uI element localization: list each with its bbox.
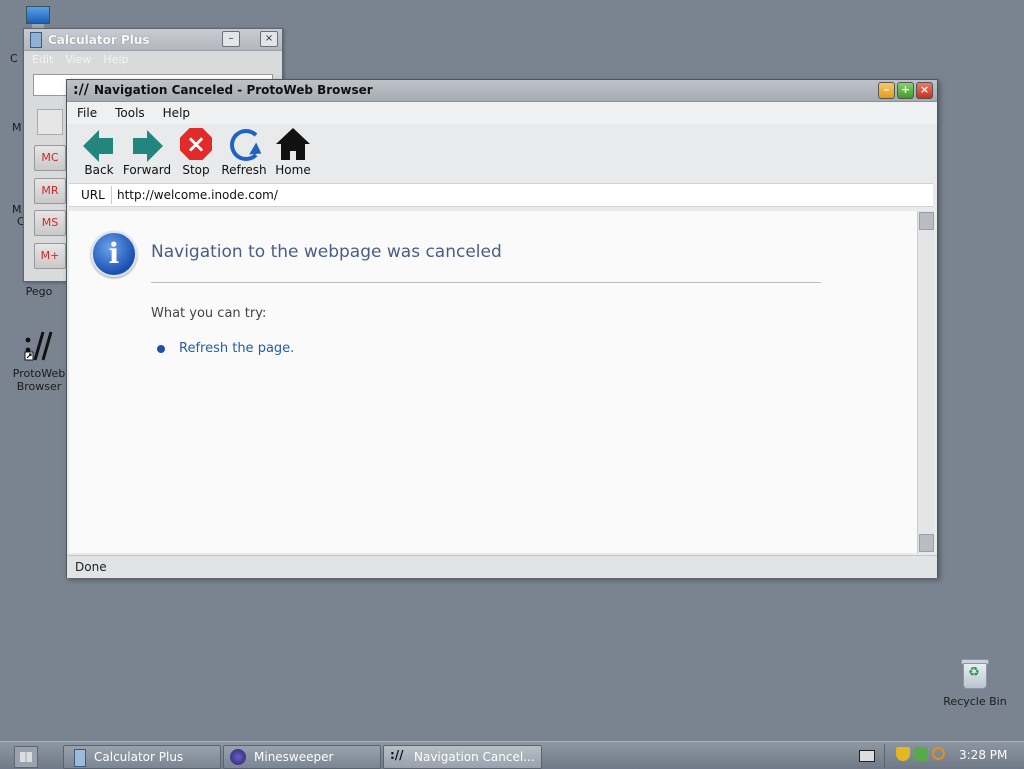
calculator-minimize-button[interactable]: –: [222, 31, 240, 47]
back-label: Back: [84, 163, 114, 177]
recycle-bin-icon[interactable]: ♻: [959, 657, 989, 689]
refresh-label: Refresh: [221, 163, 267, 177]
stop-button[interactable]: × Stop: [169, 126, 223, 177]
calculator-icon: [74, 749, 86, 767]
forward-label: Forward: [122, 163, 172, 177]
menu-help[interactable]: Help: [153, 106, 198, 120]
browser-minimize-button[interactable]: –: [878, 82, 895, 99]
protoweb-label-line1: ProtoWeb: [12, 367, 66, 380]
url-separator: [111, 186, 112, 204]
taskbar-item-calculator[interactable]: Calculator Plus: [63, 745, 221, 769]
my-computer-icon[interactable]: [24, 4, 54, 30]
refresh-icon: [226, 126, 265, 162]
protoweb-label-line2: Browser: [16, 380, 62, 393]
forward-button[interactable]: Forward: [120, 126, 174, 177]
calculator-memory-indicator: [37, 109, 63, 135]
calculator-mc-button[interactable]: MC: [34, 145, 66, 171]
calculator-app-icon: [30, 31, 42, 48]
desktop-icon-label-protoweb[interactable]: ProtoWeb Browser: [8, 367, 70, 393]
minesweeper-icon: [230, 749, 246, 765]
page-heading: Navigation to the webpage was canceled: [151, 242, 502, 262]
scroll-down-button[interactable]: [919, 534, 934, 552]
search-icon[interactable]: [932, 747, 945, 760]
desktop-icon-label-partial: C: [10, 52, 18, 65]
browser-window[interactable]: :// Navigation Canceled - ProtoWeb Brows…: [66, 79, 938, 578]
refresh-page-link[interactable]: Refresh the page.: [179, 341, 294, 356]
shield-icon[interactable]: [896, 747, 910, 761]
browser-close-button[interactable]: ×: [916, 82, 933, 99]
back-button[interactable]: Back: [72, 126, 126, 177]
calculator-ms-button[interactable]: MS: [34, 210, 66, 236]
calculator-titlebar[interactable]: Calculator Plus: [24, 29, 282, 51]
status-bar: Done: [67, 555, 937, 578]
browser-titlebar[interactable]: :// Navigation Canceled - ProtoWeb Brows…: [67, 80, 937, 102]
stop-label: Stop: [182, 163, 210, 177]
calculator-menu-edit[interactable]: Edit: [32, 53, 53, 66]
keyboard-icon[interactable]: [859, 750, 875, 762]
taskbar-item-browser[interactable]: :// Navigation Cancel...: [383, 745, 542, 769]
desktop-icon-label-partial: M: [12, 121, 22, 134]
protoweb-icon: ://: [390, 748, 404, 762]
status-text: Done: [75, 560, 107, 574]
url-label: URL: [81, 188, 105, 202]
taskbar-item-label: Minesweeper: [254, 750, 334, 764]
desktop-icon-label-pego[interactable]: Pego: [22, 285, 56, 298]
calculator-menu-view[interactable]: View: [65, 53, 91, 66]
bullet-icon: [157, 345, 165, 353]
calculator-menu-help[interactable]: Help: [103, 53, 128, 66]
url-bar: URL: [69, 183, 933, 207]
menu-tools[interactable]: Tools: [105, 106, 153, 120]
taskbar-item-minesweeper[interactable]: Minesweeper: [223, 745, 381, 769]
clock[interactable]: 3:28 PM: [959, 748, 1007, 762]
start-grid-icon: [20, 752, 32, 762]
heading-divider: [151, 282, 821, 283]
back-arrow-icon: [81, 126, 117, 162]
protoweb-logo-icon: ://: [73, 82, 89, 98]
try-label: What you can try:: [151, 306, 267, 321]
calculator-menubar: Edit View Help: [24, 51, 282, 68]
home-label: Home: [275, 163, 311, 177]
recycle-bin-label[interactable]: Recycle Bin: [938, 695, 1012, 708]
calculator-close-button[interactable]: ×: [260, 31, 278, 47]
forward-arrow-icon: [129, 126, 165, 162]
page-content: i Navigation to the webpage was canceled…: [69, 211, 917, 553]
menu-file[interactable]: File: [67, 106, 105, 120]
start-button[interactable]: [14, 746, 38, 768]
taskbar-item-label: Navigation Cancel...: [414, 750, 535, 764]
home-button[interactable]: Home: [266, 126, 320, 177]
home-icon: [275, 126, 311, 162]
refresh-button[interactable]: Refresh: [217, 126, 271, 177]
browser-title: Navigation Canceled - ProtoWeb Browser: [94, 83, 373, 97]
network-icon[interactable]: [914, 747, 928, 761]
taskbar-item-label: Calculator Plus: [94, 750, 184, 764]
browser-toolbar: Back Forward × Stop Refresh Home: [75, 126, 935, 180]
stop-icon: ×: [178, 126, 214, 162]
calculator-title: Calculator Plus: [48, 32, 150, 47]
protoweb-icon[interactable]: [22, 330, 56, 366]
browser-menubar: File Tools Help: [67, 102, 937, 124]
info-icon: i: [91, 231, 137, 277]
taskbar: Calculator Plus Minesweeper :// Navigati…: [0, 741, 1024, 769]
calculator-mplus-button[interactable]: M+: [34, 243, 66, 269]
vertical-scrollbar[interactable]: [917, 211, 934, 553]
scroll-up-button[interactable]: [919, 212, 934, 230]
calculator-mr-button[interactable]: MR: [34, 178, 66, 204]
url-input[interactable]: [117, 187, 917, 203]
browser-maximize-button[interactable]: +: [897, 82, 914, 99]
